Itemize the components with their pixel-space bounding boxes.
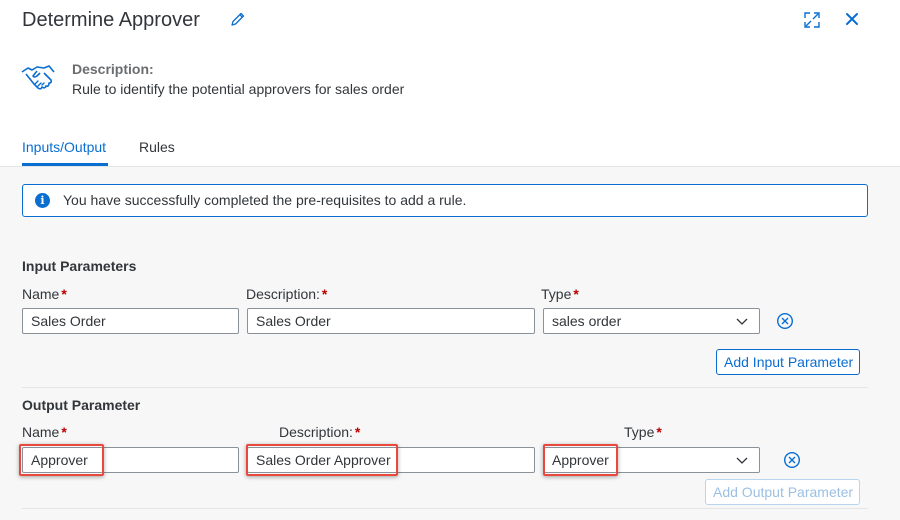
description-text: Rule to identify the potential approvers… [72, 81, 405, 97]
output-type-value: Approver [552, 452, 609, 468]
input-description-label: Description: * [246, 286, 328, 302]
required-marker: * [573, 286, 579, 302]
tab-rules[interactable]: Rules [139, 139, 175, 155]
info-icon: i [35, 193, 50, 208]
info-message-text: You have successfully completed the pre-… [63, 192, 467, 208]
required-marker: * [354, 424, 361, 440]
output-description-label: Description: * [279, 424, 361, 440]
chevron-down-icon [736, 457, 748, 464]
pencil-icon[interactable] [230, 11, 246, 27]
chevron-down-icon [736, 318, 748, 325]
dialog-title: Determine Approver [22, 9, 200, 31]
output-type-select[interactable]: Approver [543, 447, 760, 473]
input-name-label: Name * [22, 286, 67, 302]
tab-inputs-output[interactable]: Inputs/Output [22, 139, 106, 155]
add-output-parameter-button[interactable]: Add Output Parameter [705, 479, 860, 505]
input-description-field[interactable]: Sales Order [247, 308, 535, 334]
section-divider [22, 387, 868, 388]
output-type-label: Type * [624, 424, 662, 440]
expand-icon[interactable] [803, 11, 821, 29]
input-type-value: sales order [552, 313, 622, 329]
required-marker: * [61, 424, 67, 440]
section-divider [22, 508, 868, 509]
input-name-field[interactable]: Sales Order [22, 308, 239, 334]
output-description-field[interactable]: Sales Order Approver [247, 447, 535, 473]
add-input-parameter-button[interactable]: Add Input Parameter [716, 349, 860, 375]
handshake-icon [21, 65, 55, 90]
required-marker: * [61, 286, 67, 302]
required-marker: * [656, 424, 662, 440]
output-name-label: Name * [22, 424, 67, 440]
input-type-select[interactable]: sales order [543, 308, 760, 334]
remove-output-parameter-icon[interactable] [783, 451, 801, 469]
output-name-field[interactable]: Approver [22, 447, 239, 473]
close-icon[interactable] [844, 11, 860, 27]
output-parameter-title: Output Parameter [22, 397, 141, 413]
input-type-label: Type * [541, 286, 579, 302]
input-parameters-title: Input Parameters [22, 258, 137, 274]
remove-input-parameter-icon[interactable] [776, 312, 794, 330]
required-marker: * [321, 286, 328, 302]
description-label: Description: [72, 61, 154, 77]
